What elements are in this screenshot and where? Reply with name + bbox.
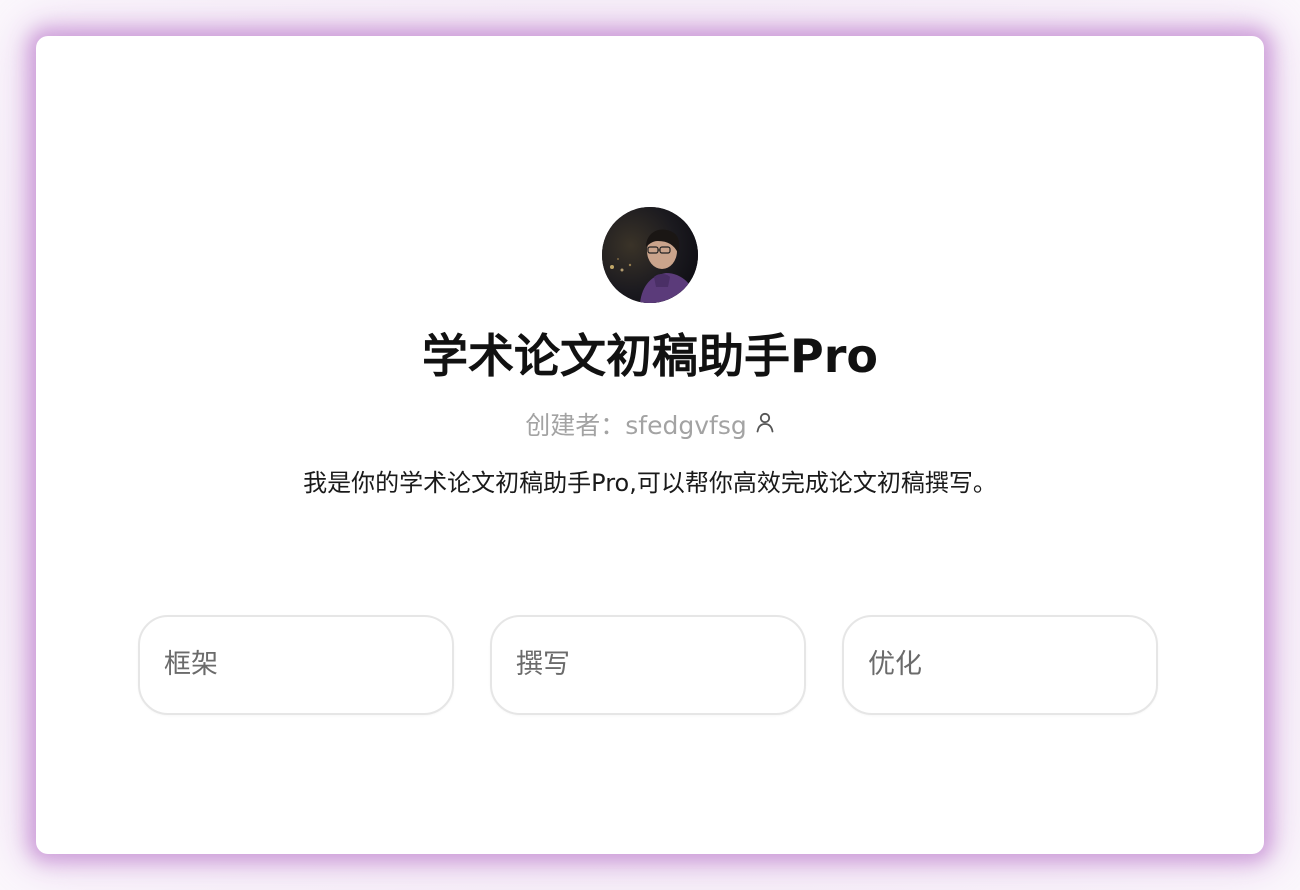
creator-line: 创建者：sfedgvfsg xyxy=(36,408,1264,445)
suggestion-chip-write[interactable]: 撰写 xyxy=(490,615,806,715)
bot-description: 我是你的学术论文初稿助手Pro,可以帮你高效完成论文初稿撰写。 xyxy=(303,469,997,497)
page-backdrop: 学术论文初稿助手Pro 创建者：sfedgvfsg 我是你的学术论文初稿助手Pr… xyxy=(0,0,1300,890)
suggestion-chip-optimize[interactable]: 优化 xyxy=(842,615,1158,715)
suggestion-chip-framework[interactable]: 框架 xyxy=(138,615,454,715)
suggestion-chip-label: 框架 xyxy=(164,649,218,680)
bot-intro-card: 学术论文初稿助手Pro 创建者：sfedgvfsg 我是你的学术论文初稿助手Pr… xyxy=(36,36,1264,854)
bot-avatar xyxy=(602,207,698,303)
avatar-photo-icon xyxy=(602,207,698,303)
suggestion-chips: 框架 撰写 优化 xyxy=(138,615,1162,719)
creator-name[interactable]: sfedgvfsg xyxy=(625,411,746,440)
suggestion-chip-label: 优化 xyxy=(868,649,922,680)
suggestion-chip-label: 撰写 xyxy=(516,649,570,680)
bot-title: 学术论文初稿助手Pro xyxy=(421,329,878,383)
person-icon[interactable] xyxy=(755,407,775,443)
creator-label: 创建者： xyxy=(525,411,626,440)
